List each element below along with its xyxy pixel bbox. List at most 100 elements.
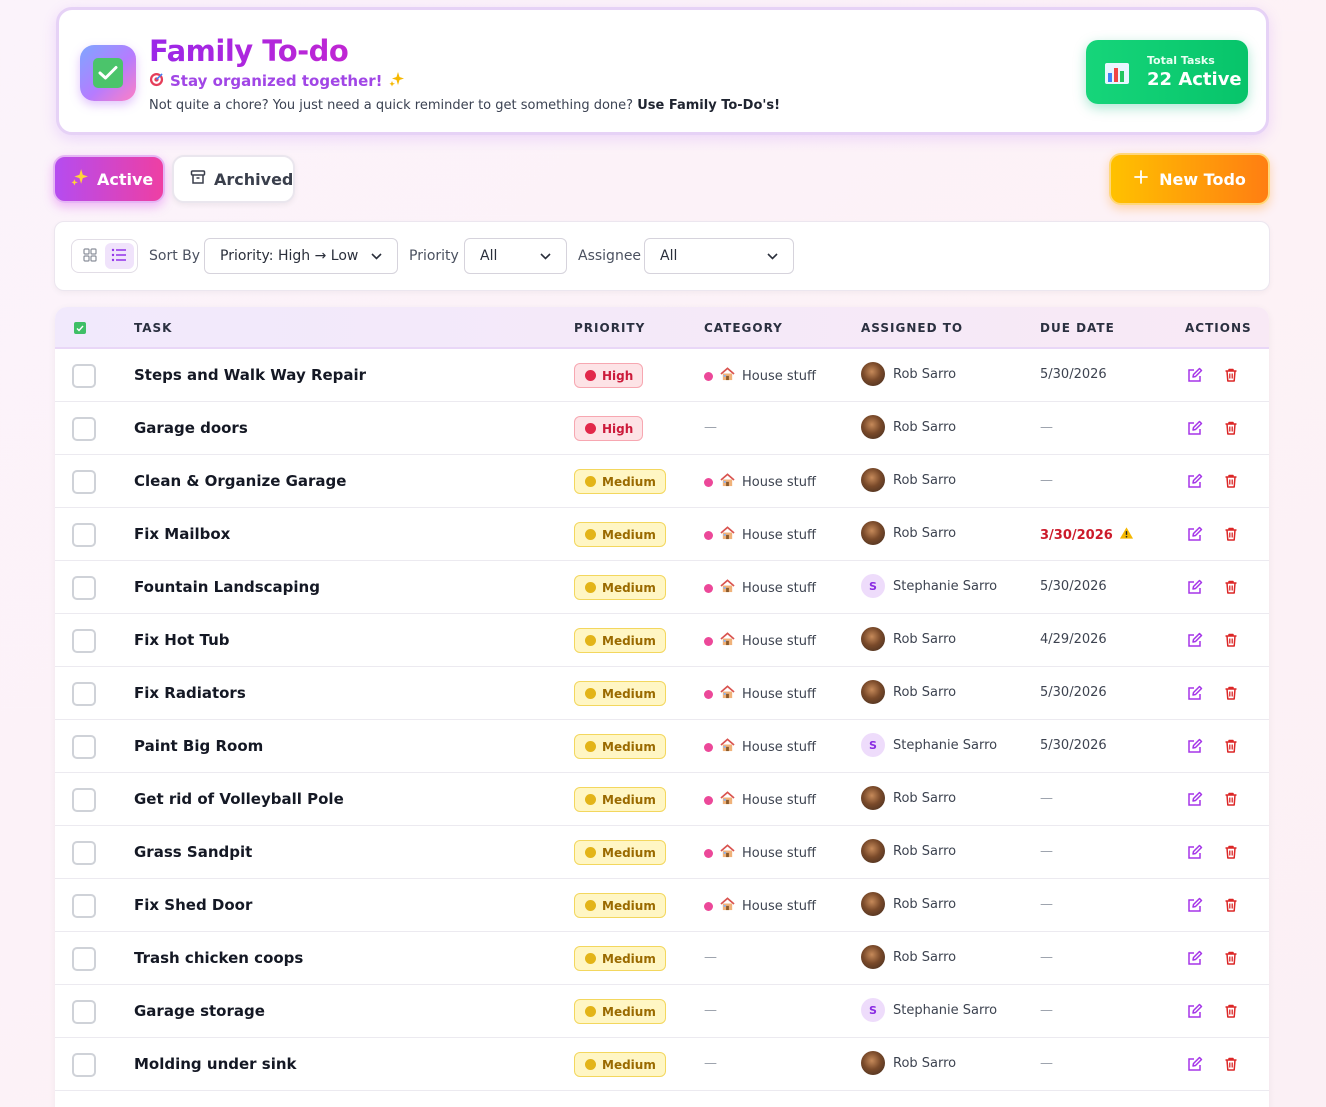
col-assigned[interactable]: ASSIGNED TO (861, 321, 963, 335)
task-title[interactable]: Grass Sandpit (134, 843, 252, 861)
table-row[interactable]: Fix Hot Tub Medium House stuff Rob Sarro… (55, 614, 1269, 667)
edit-icon[interactable] (1187, 1056, 1203, 1072)
row-checkbox[interactable] (72, 576, 96, 600)
edit-icon[interactable] (1187, 473, 1203, 489)
row-checkbox[interactable] (72, 841, 96, 865)
new-todo-button[interactable]: New Todo (1109, 153, 1270, 205)
col-category[interactable]: CATEGORY (704, 321, 783, 335)
edit-icon[interactable] (1187, 791, 1203, 807)
warning-icon (1119, 526, 1134, 544)
app-header: Family To-do Stay organized together! No… (56, 7, 1269, 135)
avatar (861, 362, 885, 386)
trash-icon[interactable] (1223, 367, 1239, 383)
task-title[interactable]: Garage doors (134, 419, 248, 437)
edit-icon[interactable] (1187, 579, 1203, 595)
trash-icon[interactable] (1223, 685, 1239, 701)
task-title[interactable]: Fix Radiators (134, 684, 246, 702)
row-checkbox[interactable] (72, 735, 96, 759)
edit-icon[interactable] (1187, 844, 1203, 860)
total-tasks-value: 22 Active (1147, 69, 1242, 90)
edit-icon[interactable] (1187, 685, 1203, 701)
row-checkbox[interactable] (72, 629, 96, 653)
assignee-name: Rob Sarro (893, 684, 957, 700)
row-checkbox[interactable] (72, 364, 96, 388)
category-dot (704, 848, 713, 858)
row-checkbox[interactable] (72, 1000, 96, 1024)
grid-view-button[interactable] (75, 243, 105, 269)
tab-archived[interactable]: Archived (172, 155, 295, 203)
edit-icon[interactable] (1187, 897, 1203, 913)
col-task[interactable]: TASK (134, 321, 172, 335)
edit-icon[interactable] (1187, 526, 1203, 542)
sort-select[interactable]: Priority: High → Low (204, 238, 398, 274)
priority-badge: Medium (574, 469, 666, 494)
row-checkbox[interactable] (72, 788, 96, 812)
assignee-cell: Rob Sarro (861, 468, 956, 492)
task-title[interactable]: Steps and Walk Way Repair (134, 366, 366, 384)
trash-icon[interactable] (1223, 791, 1239, 807)
table-row[interactable]: Grass Sandpit Medium House stuff Rob Sar… (55, 826, 1269, 879)
trash-icon[interactable] (1223, 579, 1239, 595)
task-title[interactable]: Paint Big Room (134, 737, 263, 755)
table-row[interactable]: Clean & Organize Garage Medium House stu… (55, 455, 1269, 508)
task-title[interactable]: Clean & Organize Garage (134, 472, 346, 490)
trash-icon[interactable] (1223, 1003, 1239, 1019)
trash-icon[interactable] (1223, 420, 1239, 436)
edit-icon[interactable] (1187, 632, 1203, 648)
task-title[interactable]: Fix Hot Tub (134, 631, 230, 649)
row-checkbox[interactable] (72, 1053, 96, 1077)
assignee-name: Rob Sarro (893, 525, 957, 541)
table-row[interactable]: Fix Mailbox Medium House stuff Rob Sarro… (55, 508, 1269, 561)
trash-icon[interactable] (1223, 844, 1239, 860)
category-label: House stuff (742, 580, 816, 596)
task-title[interactable]: Trash chicken coops (134, 949, 303, 967)
table-row[interactable]: Get rid of Volleyball Pole Medium House … (55, 773, 1269, 826)
row-checkbox[interactable] (72, 523, 96, 547)
col-due-date[interactable]: DUE DATE (1040, 321, 1115, 335)
col-priority[interactable]: PRIORITY (574, 321, 645, 335)
task-title[interactable]: Fountain Landscaping (134, 578, 320, 596)
total-tasks-badge: Total Tasks 22 Active (1086, 40, 1248, 104)
table-row[interactable]: Fountain Landscaping Medium House stuff … (55, 561, 1269, 614)
edit-icon[interactable] (1187, 738, 1203, 754)
table-row[interactable]: Fix Radiators Medium House stuff Rob Sar… (55, 667, 1269, 720)
table-row[interactable]: Fix Shed Door Medium House stuff Rob Sar… (55, 879, 1269, 932)
table-row[interactable]: Paint Big Room Medium House stuff S Steph… (55, 720, 1269, 773)
edit-icon[interactable] (1187, 1003, 1203, 1019)
table-row[interactable]: Steps and Walk Way Repair High House stu… (55, 349, 1269, 402)
trash-icon[interactable] (1223, 526, 1239, 542)
edit-icon[interactable] (1187, 420, 1203, 436)
task-title[interactable]: Get rid of Volleyball Pole (134, 790, 344, 808)
trash-icon[interactable] (1223, 1056, 1239, 1072)
task-title[interactable]: Garage storage (134, 1002, 265, 1020)
subtitle-text: Stay organized together! (170, 72, 383, 90)
table-row[interactable]: Trash chicken coops Medium — Rob Sarro — (55, 932, 1269, 985)
table-row[interactable]: Molding under sink Medium — Rob Sarro — (55, 1038, 1269, 1091)
row-checkbox[interactable] (72, 417, 96, 441)
row-checkbox[interactable] (72, 682, 96, 706)
task-title[interactable]: Fix Mailbox (134, 525, 230, 543)
category-dot (704, 371, 713, 381)
select-all-checkbox[interactable] (74, 322, 86, 334)
task-title[interactable]: Molding under sink (134, 1055, 297, 1073)
tab-active[interactable]: Active (53, 155, 165, 203)
task-title[interactable]: Fix Shed Door (134, 896, 252, 914)
trash-icon[interactable] (1223, 738, 1239, 754)
assignee-select[interactable]: All (644, 238, 794, 274)
trash-icon[interactable] (1223, 950, 1239, 966)
trash-icon[interactable] (1223, 473, 1239, 489)
row-checkbox[interactable] (72, 947, 96, 971)
list-view-button[interactable] (104, 243, 134, 269)
edit-icon[interactable] (1187, 950, 1203, 966)
edit-icon[interactable] (1187, 367, 1203, 383)
sparkle-icon (71, 168, 89, 190)
trash-icon[interactable] (1223, 632, 1239, 648)
priority-select[interactable]: All (464, 238, 567, 274)
priority-badge: Medium (574, 893, 666, 918)
trash-icon[interactable] (1223, 897, 1239, 913)
row-checkbox[interactable] (72, 470, 96, 494)
priority-badge: Medium (574, 787, 666, 812)
table-row[interactable]: Garage storage Medium — S Stephanie Sarro… (55, 985, 1269, 1038)
table-row[interactable]: Garage doors High — Rob Sarro — (55, 402, 1269, 455)
row-checkbox[interactable] (72, 894, 96, 918)
